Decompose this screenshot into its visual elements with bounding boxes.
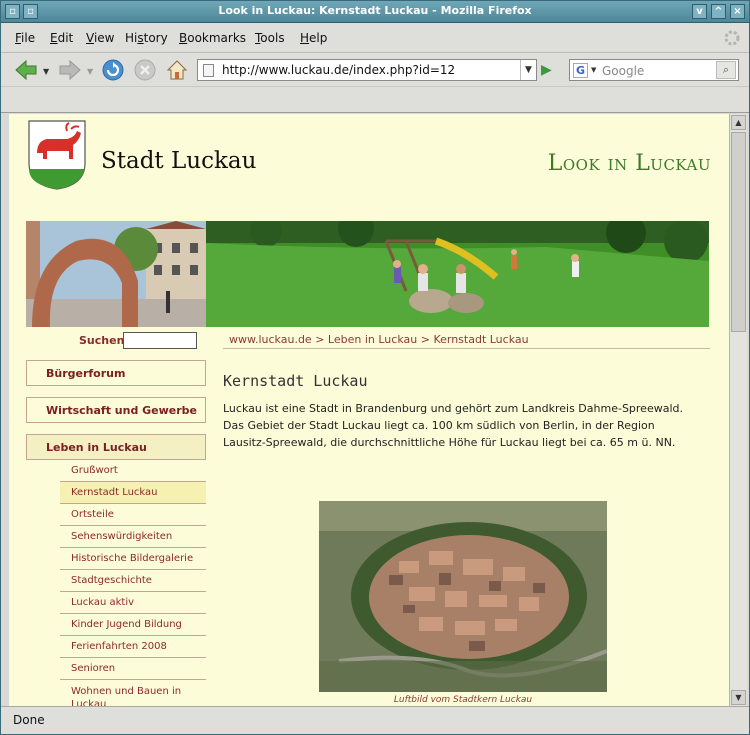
scroll-thumb[interactable] [731,132,746,332]
subnav-label: Stadtgeschichte [71,575,152,586]
aerial-photo [319,501,608,692]
go-button[interactable]: ▶ [541,62,552,78]
menu-history[interactable]: History [125,31,168,45]
subnav-item-grusswort[interactable]: Grußwort [60,460,206,482]
menu-edit[interactable]: Edit [50,31,73,45]
subnav-label: Ortsteile [71,509,114,520]
nav-label: Wirtschaft und Gewerbe [46,404,198,417]
page-heading: Kernstadt Luckau [223,372,368,390]
subnav-item-stadtgeschichte[interactable]: Stadtgeschichte [60,570,206,592]
sidebar-navigation: Bürgerforum Wirtschaft und Gewerbe Leben… [26,360,206,706]
throbber-icon [723,29,741,47]
nav-wirtschaft-und-gewerbe[interactable]: Wirtschaft und Gewerbe [26,397,206,423]
maximize-button[interactable]: ^ [711,4,726,19]
site-search-input[interactable] [123,332,197,349]
url-history-dropdown-icon[interactable]: ▼ [520,60,536,80]
url-bar[interactable]: http://www.luckau.de/index.php?id=12 ▼ [197,59,537,81]
nav-leben-in-luckau[interactable]: Leben in Luckau [26,434,206,460]
photo-caption: Luftbild vom Stadtkern Luckau [393,695,533,705]
subnav-item-senioren[interactable]: Senioren [60,658,206,680]
status-bar: Done [1,706,749,734]
back-arrow-icon [15,59,37,81]
home-icon [166,60,188,80]
subnav-item-historische-bildergalerie[interactable]: Historische Bildergalerie [60,548,206,570]
intro-line: Lausitz-Spreewald, die durchschnittliche… [223,436,676,449]
subnav-leben-in-luckau: Grußwort Kernstadt Luckau Ortsteile Sehe… [60,460,206,706]
vertical-scrollbar[interactable]: ▲ ▼ [729,114,747,706]
url-text[interactable]: http://www.luckau.de/index.php?id=12 [222,63,455,77]
menu-bookmarks[interactable]: Bookmarks [179,31,246,45]
subnav-item-wohnen-und-bauen[interactable]: Wohnen und Bauen in Luckau [60,680,206,706]
forward-arrow-icon [59,59,81,81]
breadcrumb-divider [223,348,710,349]
back-button[interactable] [13,58,37,82]
forward-button[interactable] [57,58,81,82]
header-banner-image [26,211,709,327]
intro-line: Luckau ist eine Stadt in Brandenburg und… [223,402,683,415]
subnav-item-ortsteile[interactable]: Ortsteile [60,504,206,526]
subnav-item-sehenswuerdigkeiten[interactable]: Sehenswürdigkeiten [60,526,206,548]
menu-view[interactable]: View [86,31,114,45]
subnav-item-luckau-aktiv[interactable]: Luckau aktiv [60,592,206,614]
title-bar[interactable]: ▫ ▫ Look in Luckau: Kernstadt Luckau - M… [1,1,749,23]
nav-buergerforum[interactable]: Bürgerforum [26,360,206,386]
site-title[interactable]: Stadt Luckau [101,148,256,174]
stop-button[interactable] [133,58,157,82]
navigation-toolbar: ▼ ▼ http://www.luckau.de/index.php?id=12… [1,53,749,87]
breadcrumb-separator: > [420,333,430,346]
nav-label: Bürgerforum [46,367,126,380]
menu-tools[interactable]: Tools [255,31,285,45]
subnav-label: Historische Bildergalerie [71,553,194,564]
window-title: Look in Luckau: Kernstadt Luckau - Mozil… [218,4,532,17]
breadcrumb-current[interactable]: Kernstadt Luckau [433,333,528,346]
menu-bar: File Edit View History Bookmarks Tools H… [1,23,749,53]
status-text: Done [13,713,45,727]
subnav-item-kinder-jugend-bildung[interactable]: Kinder Jugend Bildung [60,614,206,636]
nav-label: Leben in Luckau [46,441,147,454]
subnav-label: Grußwort [71,465,118,476]
minimize-button[interactable]: v [692,4,707,19]
breadcrumb-separator: > [315,333,325,346]
subnav-item-kernstadt-luckau[interactable]: Kernstadt Luckau [60,482,206,504]
scroll-up-button[interactable]: ▲ [731,115,746,130]
subnav-label: Wohnen und Bauen in Luckau [71,686,182,706]
reload-button[interactable] [101,58,125,82]
menu-help[interactable]: Help [300,31,327,45]
search-icon[interactable]: ⌕ [716,61,736,79]
subnav-label: Senioren [71,663,116,674]
breadcrumb: www.luckau.de > Leben in Luckau > Kernst… [229,333,529,346]
subnav-item-ferienfahrten-2008[interactable]: Ferienfahrten 2008 [60,636,206,658]
search-placeholder[interactable]: Google [602,64,644,78]
subnav-label: Sehenswürdigkeiten [71,531,173,542]
subnav-label: Kernstadt Luckau [71,487,158,498]
site-header: Stadt Luckau Look in Luckau [9,114,729,200]
breadcrumb-section[interactable]: Leben in Luckau [328,333,417,346]
subnav-label: Ferienfahrten 2008 [71,641,167,652]
back-history-dropdown-icon[interactable]: ▼ [43,67,49,76]
bookmarks-toolbar [1,87,749,113]
page-viewport[interactable]: Stadt Luckau Look in Luckau Suchen www.l… [9,114,729,706]
breadcrumb-home[interactable]: www.luckau.de [229,333,312,346]
intro-line: Das Gebiet der Stadt Luckau liegt ca. 10… [223,419,655,432]
main-content: Kernstadt Luckau Luckau ist eine Stadt i… [223,372,710,451]
site-tagline: Look in Luckau [547,151,711,176]
intro-paragraph: Luckau ist eine Stadt in Brandenburg und… [223,400,710,451]
search-label: Suchen [79,334,125,347]
reload-icon [102,59,124,81]
scroll-down-button[interactable]: ▼ [731,690,746,705]
menu-file[interactable]: File [15,31,35,45]
subnav-label: Luckau aktiv [71,597,135,608]
stop-icon [134,59,156,81]
search-engine-icon[interactable]: G [573,63,588,78]
home-button[interactable] [165,58,189,82]
close-button[interactable]: × [730,4,745,19]
page-icon [203,64,214,77]
subnav-label: Kinder Jugend Bildung [71,619,182,630]
browser-window: ▫ ▫ Look in Luckau: Kernstadt Luckau - M… [0,0,750,735]
search-engine-dropdown-icon[interactable]: ▼ [591,66,596,74]
web-search-box[interactable]: G ▼ Google ⌕ [569,59,739,81]
forward-history-dropdown-icon[interactable]: ▼ [87,67,93,76]
city-crest-logo[interactable] [27,119,87,191]
